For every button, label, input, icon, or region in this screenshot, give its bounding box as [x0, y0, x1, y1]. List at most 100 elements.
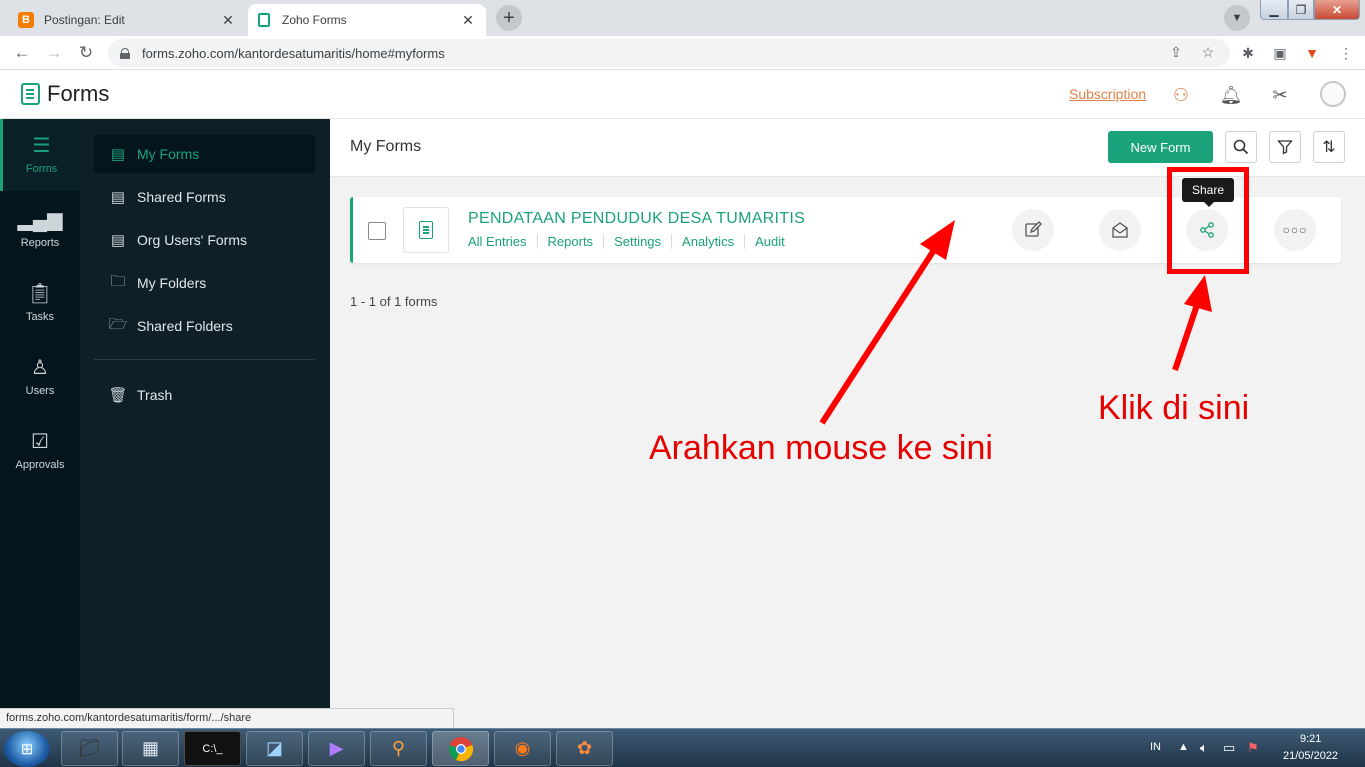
forms-logo-icon	[21, 83, 40, 105]
network-icon[interactable]: ▭	[1223, 740, 1235, 756]
close-icon[interactable]: ✕	[220, 12, 236, 29]
browser-menu-icon[interactable]: ⋮	[1336, 43, 1356, 63]
browser-tab-blogger[interactable]: B Postingan: Edit ✕	[8, 4, 246, 36]
maximize-button[interactable]: ❐	[1288, 0, 1314, 20]
rail-label: Reports	[20, 237, 60, 249]
sidebar-item-label: My Folders	[137, 275, 207, 291]
new-tab-button[interactable]: +	[496, 5, 522, 31]
firefox-taskbar-icon[interactable]: ◉	[494, 731, 551, 766]
reports-icon: ▂▄▆	[17, 209, 63, 231]
cmd-taskbar-icon[interactable]: C:\_	[184, 731, 241, 766]
windows-taskbar: ⊞ 📁︎ ▦ C:\_ ◪ ▶ ⚲ ◉ ✿ IN ▲ 🔈︎ ▭ ⚑ 9:21 2…	[0, 728, 1365, 767]
chrome-taskbar-icon[interactable]	[432, 731, 489, 766]
rail-item-reports[interactable]: ▂▄▆ Reports	[0, 193, 80, 265]
app-header: Forms Subscription ⚇ 🔔︎ ✂	[0, 70, 1365, 119]
search-button[interactable]	[1225, 131, 1257, 163]
shared-folder-icon: 🗁	[108, 315, 128, 333]
link-reports[interactable]: Reports	[536, 234, 604, 249]
link-audit[interactable]: Audit	[744, 234, 795, 249]
annotation-hover-text: Arahkan mouse ke sini	[649, 429, 993, 467]
form-doc-icon: ▤	[110, 146, 126, 163]
side-panel-icon[interactable]: ▣	[1270, 43, 1290, 63]
tab-search-button[interactable]: ▼	[1224, 5, 1250, 31]
zoho-forms-icon	[258, 13, 270, 27]
clock-date[interactable]: 21/05/2022	[1283, 750, 1338, 762]
tray-arrow-icon[interactable]: ▲	[1178, 741, 1189, 753]
form-checkbox[interactable]	[368, 222, 386, 240]
nav-rail: ☰ Forms ▂▄▆ Reports 📋︎ Tasks ♙ Users ☑ A…	[0, 119, 80, 728]
more-icon: ○○○	[1282, 223, 1308, 237]
sidebar-item-label: Org Users' Forms	[137, 232, 248, 248]
folder-icon: 🗀	[110, 272, 126, 290]
rail-item-tasks[interactable]: 📋︎ Tasks	[0, 267, 80, 339]
avatar[interactable]	[1320, 81, 1346, 107]
sidebar-item-label: Trash	[137, 387, 173, 403]
explorer-taskbar-icon[interactable]: 📁︎	[61, 731, 118, 766]
link-analytics[interactable]: Analytics	[671, 234, 744, 249]
rail-item-forms[interactable]: ☰ Forms	[0, 119, 80, 191]
browser-tab-zoho-forms[interactable]: Zoho Forms ✕	[248, 4, 486, 36]
reload-button[interactable]: ↻	[74, 41, 98, 65]
sidebar-item-label: My Forms	[137, 146, 200, 162]
filter-button[interactable]	[1269, 131, 1301, 163]
mail-icon	[1112, 222, 1128, 238]
subscription-link[interactable]: Subscription	[1069, 86, 1146, 102]
action-center-icon[interactable]: ⚑	[1247, 740, 1259, 756]
sort-button[interactable]: ⇅	[1313, 131, 1345, 163]
sidebar-item-my-forms[interactable]: ▤ My Forms	[94, 135, 315, 173]
page-title: My Forms	[350, 138, 422, 155]
rail-label: Users	[25, 385, 55, 397]
language-indicator[interactable]: IN	[1150, 741, 1161, 753]
rail-item-approvals[interactable]: ☑ Approvals	[0, 415, 80, 487]
tools-icon[interactable]: ✂	[1267, 82, 1293, 108]
address-bar[interactable]: forms.zoho.com/kantordesatumaritis/home#…	[108, 39, 1230, 67]
more-options-button[interactable]: ○○○	[1274, 209, 1316, 251]
send-email-button[interactable]	[1099, 209, 1141, 251]
extension-vpn-icon[interactable]: ▼	[1302, 43, 1322, 63]
edit-form-button[interactable]	[1012, 209, 1054, 251]
notes-taskbar-icon[interactable]: ◪	[246, 731, 303, 766]
start-button[interactable]: ⊞	[4, 731, 50, 767]
bell-icon[interactable]: 🔔︎	[1218, 82, 1244, 108]
form-thumbnail[interactable]	[403, 207, 449, 253]
minimize-button[interactable]: ▁	[1260, 0, 1288, 20]
filter-icon	[1277, 140, 1293, 155]
approvals-icon: ☑	[31, 431, 49, 453]
form-name[interactable]: PENDATAAN PENDUDUK DESA TUMARITIS	[468, 210, 805, 228]
close-icon[interactable]: ✕	[460, 12, 476, 29]
sidebar-item-trash[interactable]: 🗑︎ Trash	[94, 376, 315, 414]
media-taskbar-icon[interactable]: ▶	[308, 731, 365, 766]
users-icon: ♙	[31, 357, 49, 379]
annotation-click-text: Klik di sini	[1098, 389, 1250, 427]
forward-button[interactable]: →	[42, 41, 66, 65]
form-links: All Entries Reports Settings Analytics A…	[468, 234, 795, 249]
back-button[interactable]: ←	[10, 41, 34, 65]
rail-item-users[interactable]: ♙ Users	[0, 341, 80, 413]
forms-count: 1 - 1 of 1 forms	[350, 294, 438, 309]
link-settings[interactable]: Settings	[603, 234, 671, 249]
bookmark-star-icon[interactable]: ☆	[1197, 41, 1219, 63]
window-close-button[interactable]: ✕	[1314, 0, 1360, 20]
sidebar-item-shared-forms[interactable]: ▤ Shared Forms	[94, 178, 315, 216]
link-all-entries[interactable]: All Entries	[468, 234, 537, 249]
volume-icon[interactable]: 🔈︎	[1200, 740, 1208, 756]
sidebar-item-shared-folders[interactable]: 🗁 Shared Folders	[94, 307, 315, 345]
clock-time[interactable]: 9:21	[1300, 733, 1321, 745]
search-tool-taskbar-icon[interactable]: ⚲	[370, 731, 427, 766]
edit-icon	[1025, 221, 1042, 237]
calculator-taskbar-icon[interactable]: ▦	[122, 731, 179, 766]
share-page-icon[interactable]: ⇪	[1165, 41, 1187, 63]
sidebar-item-my-folders[interactable]: 🗀 My Folders	[94, 264, 315, 302]
lock-icon	[120, 47, 130, 59]
new-form-button[interactable]: New Form	[1108, 131, 1213, 163]
blogger-icon: B	[18, 12, 34, 28]
sidebar-item-label: Shared Forms	[137, 189, 226, 205]
browser-tab-strip: B Postingan: Edit ✕ Zoho Forms ✕ + ▼ ▁ ❐…	[0, 0, 1365, 36]
tab-title: Postingan: Edit	[44, 13, 125, 27]
search-icon	[1233, 139, 1249, 155]
org-forms-icon: ▤	[110, 232, 126, 249]
sidebar-item-org-users-forms[interactable]: ▤ Org Users' Forms	[94, 221, 315, 259]
app-taskbar-icon[interactable]: ✿	[556, 731, 613, 766]
org-users-icon[interactable]: ⚇	[1168, 82, 1194, 108]
extensions-icon[interactable]: ✱	[1238, 43, 1258, 63]
